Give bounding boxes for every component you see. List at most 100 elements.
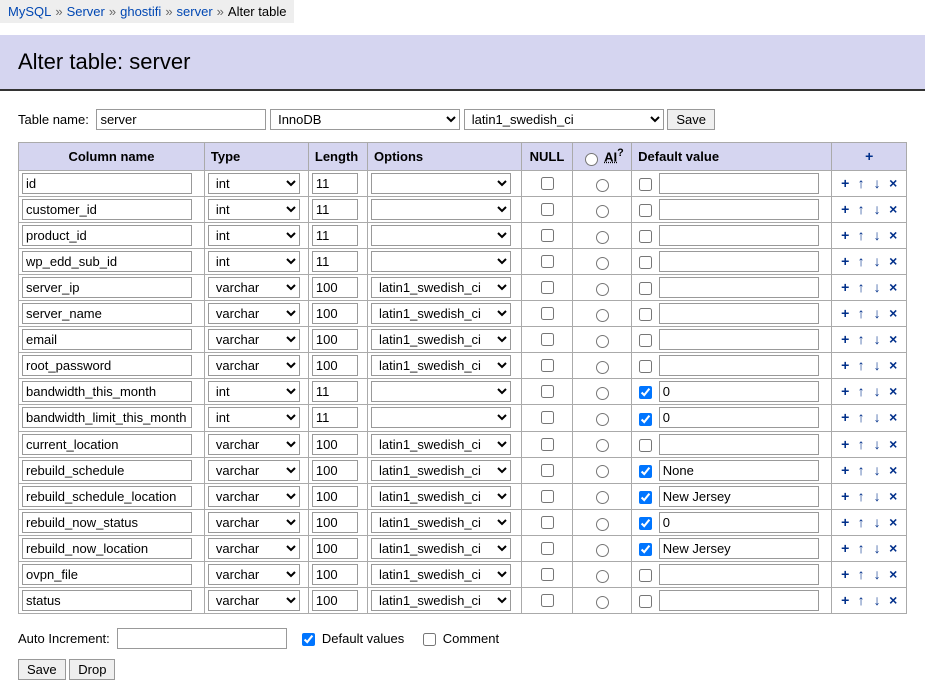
- column-length-input[interactable]: [312, 460, 358, 481]
- column-ai-radio[interactable]: [596, 283, 609, 296]
- column-null-checkbox[interactable]: [541, 281, 554, 294]
- column-name-input[interactable]: [22, 225, 192, 246]
- remove-icon[interactable]: ×: [886, 280, 900, 294]
- column-has-default-checkbox[interactable]: [639, 413, 652, 426]
- column-null-checkbox[interactable]: [541, 177, 554, 190]
- column-options-select[interactable]: latin1_swedish_ci: [371, 564, 511, 585]
- column-has-default-checkbox[interactable]: [639, 569, 652, 582]
- column-default-input[interactable]: [659, 277, 819, 298]
- plus-icon[interactable]: +: [838, 358, 852, 372]
- column-name-input[interactable]: [22, 434, 192, 455]
- column-ai-radio[interactable]: [596, 335, 609, 348]
- column-has-default-checkbox[interactable]: [639, 491, 652, 504]
- plus-icon[interactable]: +: [838, 306, 852, 320]
- column-length-input[interactable]: [312, 329, 358, 350]
- column-type-select[interactable]: varchar: [208, 564, 300, 585]
- column-name-input[interactable]: [22, 564, 192, 585]
- remove-icon[interactable]: ×: [886, 463, 900, 477]
- column-name-input[interactable]: [22, 590, 192, 611]
- plus-icon[interactable]: +: [838, 515, 852, 529]
- arrow-up-icon[interactable]: ↑: [854, 280, 868, 294]
- column-null-checkbox[interactable]: [541, 359, 554, 372]
- column-options-select[interactable]: latin1_swedish_ci: [371, 538, 511, 559]
- arrow-down-icon[interactable]: ↓: [870, 280, 884, 294]
- engine-select[interactable]: InnoDB: [270, 109, 460, 130]
- column-ai-radio[interactable]: [596, 387, 609, 400]
- arrow-down-icon[interactable]: ↓: [870, 254, 884, 268]
- breadcrumb-link[interactable]: Server: [67, 4, 105, 19]
- column-length-input[interactable]: [312, 434, 358, 455]
- arrow-down-icon[interactable]: ↓: [870, 306, 884, 320]
- column-null-checkbox[interactable]: [541, 307, 554, 320]
- column-has-default-checkbox[interactable]: [639, 517, 652, 530]
- column-options-select[interactable]: latin1_swedish_ci: [371, 486, 511, 507]
- remove-icon[interactable]: ×: [886, 202, 900, 216]
- arrow-up-icon[interactable]: ↑: [854, 567, 868, 581]
- column-null-checkbox[interactable]: [541, 229, 554, 242]
- column-ai-radio[interactable]: [596, 257, 609, 270]
- column-type-select[interactable]: varchar: [208, 590, 300, 611]
- arrow-up-icon[interactable]: ↑: [854, 593, 868, 607]
- plus-icon[interactable]: +: [838, 332, 852, 346]
- column-ai-radio[interactable]: [596, 309, 609, 322]
- breadcrumb-link[interactable]: MySQL: [8, 4, 51, 19]
- column-ai-radio[interactable]: [596, 179, 609, 192]
- column-default-input[interactable]: [659, 564, 819, 585]
- column-length-input[interactable]: [312, 381, 358, 402]
- column-has-default-checkbox[interactable]: [639, 439, 652, 452]
- column-name-input[interactable]: [22, 277, 192, 298]
- column-type-select[interactable]: varchar: [208, 277, 300, 298]
- plus-icon[interactable]: +: [838, 384, 852, 398]
- plus-icon[interactable]: +: [838, 202, 852, 216]
- arrow-down-icon[interactable]: ↓: [870, 176, 884, 190]
- column-type-select[interactable]: varchar: [208, 460, 300, 481]
- column-null-checkbox[interactable]: [541, 490, 554, 503]
- arrow-down-icon[interactable]: ↓: [870, 358, 884, 372]
- column-ai-radio[interactable]: [596, 596, 609, 609]
- column-has-default-checkbox[interactable]: [639, 386, 652, 399]
- column-length-input[interactable]: [312, 199, 358, 220]
- ai-radio-none[interactable]: [585, 153, 598, 166]
- column-options-select[interactable]: latin1_swedish_ci: [371, 460, 511, 481]
- column-options-select[interactable]: latin1_swedish_ci: [371, 303, 511, 324]
- column-type-select[interactable]: int: [208, 251, 300, 272]
- arrow-down-icon[interactable]: ↓: [870, 228, 884, 242]
- column-null-checkbox[interactable]: [541, 542, 554, 555]
- column-type-select[interactable]: varchar: [208, 355, 300, 376]
- comment-label[interactable]: Comment: [443, 631, 499, 646]
- column-type-select[interactable]: int: [208, 381, 300, 402]
- column-has-default-checkbox[interactable]: [639, 204, 652, 217]
- column-has-default-checkbox[interactable]: [639, 178, 652, 191]
- column-name-input[interactable]: [22, 355, 192, 376]
- column-null-checkbox[interactable]: [541, 464, 554, 477]
- column-name-input[interactable]: [22, 381, 192, 402]
- column-has-default-checkbox[interactable]: [639, 256, 652, 269]
- plus-icon[interactable]: +: [838, 541, 852, 555]
- remove-icon[interactable]: ×: [886, 384, 900, 398]
- column-name-input[interactable]: [22, 173, 192, 194]
- arrow-down-icon[interactable]: ↓: [870, 463, 884, 477]
- column-has-default-checkbox[interactable]: [639, 543, 652, 556]
- remove-icon[interactable]: ×: [886, 358, 900, 372]
- remove-icon[interactable]: ×: [886, 593, 900, 607]
- column-length-input[interactable]: [312, 407, 358, 428]
- arrow-down-icon[interactable]: ↓: [870, 489, 884, 503]
- column-type-select[interactable]: varchar: [208, 329, 300, 350]
- plus-icon[interactable]: +: [838, 176, 852, 190]
- column-default-input[interactable]: [659, 355, 819, 376]
- column-length-input[interactable]: [312, 173, 358, 194]
- column-length-input[interactable]: [312, 251, 358, 272]
- column-null-checkbox[interactable]: [541, 203, 554, 216]
- column-default-input[interactable]: [659, 251, 819, 272]
- arrow-up-icon[interactable]: ↑: [854, 202, 868, 216]
- collation-select[interactable]: latin1_swedish_ci: [464, 109, 664, 130]
- remove-icon[interactable]: ×: [886, 306, 900, 320]
- column-ai-radio[interactable]: [596, 465, 609, 478]
- arrow-down-icon[interactable]: ↓: [870, 515, 884, 529]
- column-options-select[interactable]: [371, 225, 511, 246]
- column-options-select[interactable]: latin1_swedish_ci: [371, 434, 511, 455]
- column-length-input[interactable]: [312, 277, 358, 298]
- column-options-select[interactable]: latin1_swedish_ci: [371, 277, 511, 298]
- arrow-up-icon[interactable]: ↑: [854, 306, 868, 320]
- default-values-label[interactable]: Default values: [322, 631, 404, 646]
